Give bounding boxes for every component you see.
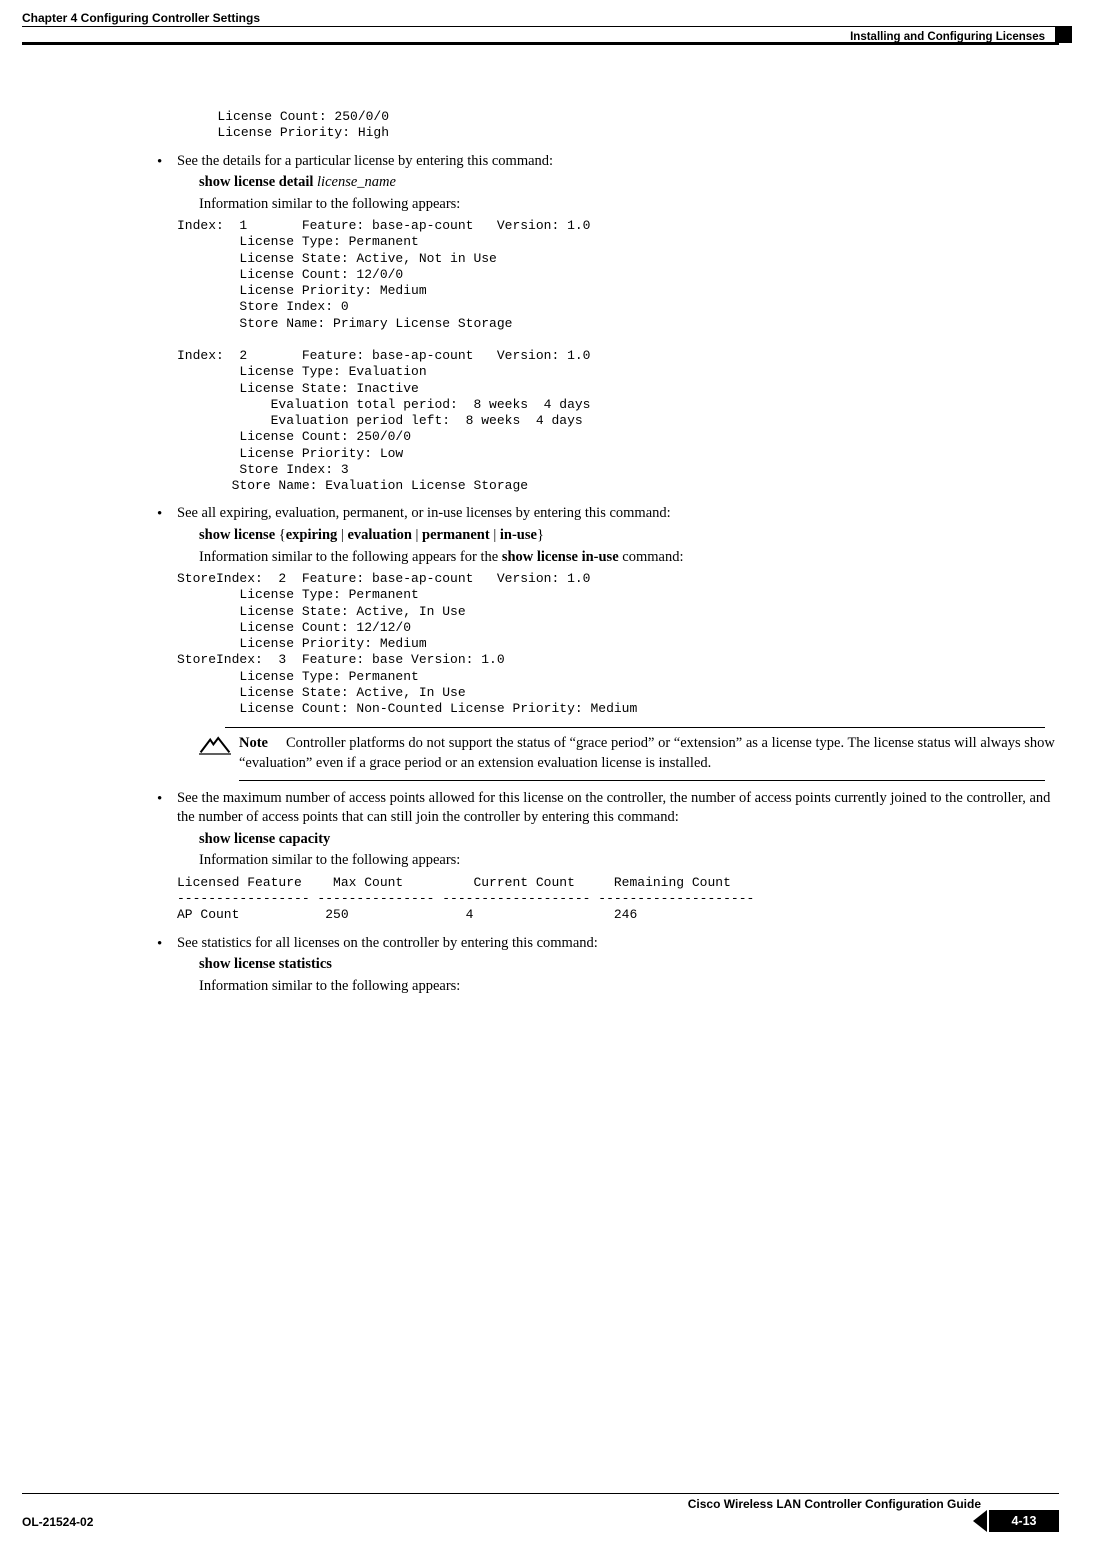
bullet-text: See the details for a particular license… xyxy=(177,153,553,169)
code-block-capacity: Licensed Feature Max Count Current Count… xyxy=(177,875,1055,924)
code-block-inuse: StoreIndex: 2 Feature: base-ap-count Ver… xyxy=(177,571,1055,717)
header-rule-top xyxy=(22,26,1059,27)
separator: | xyxy=(337,527,347,543)
footer-ol-number: OL-21524-02 xyxy=(22,1514,93,1530)
command-option-evaluation: evaluation xyxy=(347,527,411,543)
brace-close: } xyxy=(537,527,544,543)
command-prefix: show license xyxy=(199,527,275,543)
info-pre: Information similar to the following app… xyxy=(199,549,502,565)
footer-arrow-icon xyxy=(973,1510,987,1532)
header-corner-mark xyxy=(1055,26,1072,43)
command-bold: show license detail xyxy=(199,174,313,190)
info-line: Information similar to the following app… xyxy=(199,977,1055,997)
command-option-inuse: in-use xyxy=(500,527,537,543)
bullet-show-license-types: See all expiring, evaluation, permanent,… xyxy=(155,504,1055,780)
separator: | xyxy=(412,527,422,543)
info-post: command: xyxy=(619,549,684,565)
separator: | xyxy=(490,527,500,543)
footer-doc-title: Cisco Wireless LAN Controller Configurat… xyxy=(22,1496,1059,1512)
bullet-show-license-statistics: See statistics for all licenses on the c… xyxy=(155,934,1055,997)
command-italic-arg: license_name xyxy=(313,174,396,190)
info-line: Information similar to the following app… xyxy=(199,851,1055,871)
note-text: Controller platforms do not support the … xyxy=(239,735,1055,771)
footer: Cisco Wireless LAN Controller Configurat… xyxy=(22,1493,1059,1530)
bullet-text: See all expiring, evaluation, permanent,… xyxy=(177,505,671,521)
command-option-expiring: expiring xyxy=(286,527,338,543)
command-bold: show license statistics xyxy=(199,956,332,972)
note-block: NoteController platforms do not support … xyxy=(199,734,1055,780)
brace-open: { xyxy=(275,527,286,543)
note-rule-top xyxy=(225,727,1045,728)
info-line: Information similar to the following app… xyxy=(199,195,1055,215)
command-bold: show license capacity xyxy=(199,831,330,847)
info-bold-command: show license in-use xyxy=(502,549,619,565)
bullet-show-license-detail: See the details for a particular license… xyxy=(155,152,1055,495)
footer-rule xyxy=(22,1493,1059,1494)
page-content: License Count: 250/0/0 License Priority:… xyxy=(155,105,1055,1002)
code-block-detail: Index: 1 Feature: base-ap-count Version:… xyxy=(177,218,1055,494)
header-rule-bottom xyxy=(22,42,1059,45)
bullet-show-license-capacity: See the maximum number of access points … xyxy=(155,789,1055,924)
bullet-text: See the maximum number of access points … xyxy=(177,790,1050,826)
note-icon xyxy=(199,734,239,763)
header-chapter: Chapter 4 Configuring Controller Setting… xyxy=(22,10,260,26)
note-rule-bottom xyxy=(239,780,1045,781)
note-label: Note xyxy=(239,735,268,751)
bullet-text: See statistics for all licenses on the c… xyxy=(177,935,598,951)
code-block-intro: License Count: 250/0/0 License Priority:… xyxy=(155,109,1055,142)
footer-page-number: 4-13 xyxy=(989,1510,1059,1532)
command-option-permanent: permanent xyxy=(422,527,490,543)
